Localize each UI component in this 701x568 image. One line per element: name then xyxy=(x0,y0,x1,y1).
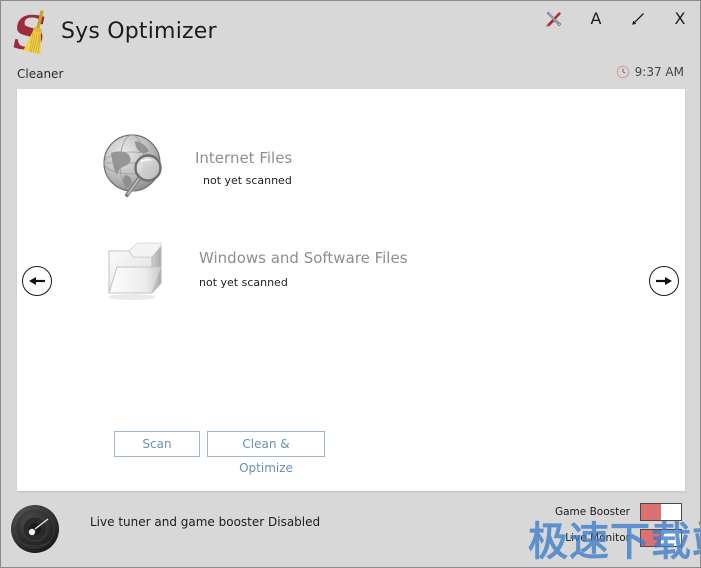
live-monitor-label: Live Monitor xyxy=(565,532,630,544)
broom-s-logo-icon: S xyxy=(13,7,46,57)
footer-status-text: Live tuner and game booster Disabled xyxy=(90,515,321,529)
toggle-row-game-booster: Game Booster xyxy=(537,501,682,523)
list-item-title: Windows and Software Files xyxy=(199,249,408,267)
tools-icon[interactable] xyxy=(542,7,566,31)
list-item-text: Internet Files not yet scanned xyxy=(195,131,292,187)
folder-icon xyxy=(108,242,162,300)
arrow-left-icon xyxy=(29,277,45,285)
toggle-row-live-monitor: Live Monitor xyxy=(537,527,682,549)
prev-page-button[interactable] xyxy=(22,266,52,296)
window-controls: A X xyxy=(542,5,692,33)
font-size-icon[interactable]: A xyxy=(584,7,608,31)
action-buttons: Scan Clean & Optimize xyxy=(114,431,325,475)
list-item-status: not yet scanned xyxy=(203,174,292,187)
speedometer-icon[interactable] xyxy=(10,504,60,554)
list-item-text: Windows and Software Files not yet scann… xyxy=(199,237,408,289)
scan-button[interactable]: Scan xyxy=(114,431,200,457)
close-icon[interactable]: X xyxy=(668,7,692,31)
breadcrumb[interactable]: Cleaner xyxy=(17,67,63,81)
list-item-windows-software-files[interactable]: Windows and Software Files not yet scann… xyxy=(99,237,408,307)
app-title: Sys Optimizer xyxy=(61,19,217,44)
toggle-on-half xyxy=(641,504,661,520)
list-item-status: not yet scanned xyxy=(199,276,288,289)
title-bar: S Sys Optimizer A X xyxy=(1,1,700,61)
footer-toggles: Game Booster Live Monitor xyxy=(537,501,682,553)
game-booster-toggle[interactable] xyxy=(640,503,682,521)
minimize-icon[interactable] xyxy=(626,7,650,31)
clean-optimize-button[interactable]: Clean & Optimize xyxy=(207,431,325,475)
sub-header: Cleaner 9:37 AM xyxy=(1,61,700,89)
clock: 9:37 AM xyxy=(616,65,684,79)
globe-search-icon xyxy=(103,134,162,197)
content-panel: Internet Files not yet scanned Windows a… xyxy=(17,89,685,491)
live-monitor-toggle[interactable] xyxy=(640,529,682,547)
footer-bar: Live tuner and game booster Disabled Gam… xyxy=(1,493,700,567)
clock-icon xyxy=(616,65,629,79)
list-item-title: Internet Files xyxy=(195,149,293,167)
toggle-off-half xyxy=(661,530,681,546)
app-window: S Sys Optimizer A X Cleaner 9:37 AM Inte… xyxy=(0,0,701,568)
toggle-on-half xyxy=(641,530,661,546)
list-item-internet-files[interactable]: Internet Files not yet scanned xyxy=(99,131,292,203)
toggle-off-half xyxy=(661,504,681,520)
next-page-button[interactable] xyxy=(649,266,679,296)
game-booster-label: Game Booster xyxy=(554,506,630,518)
arrow-right-icon xyxy=(656,277,672,285)
clock-time: 9:37 AM xyxy=(634,65,684,79)
